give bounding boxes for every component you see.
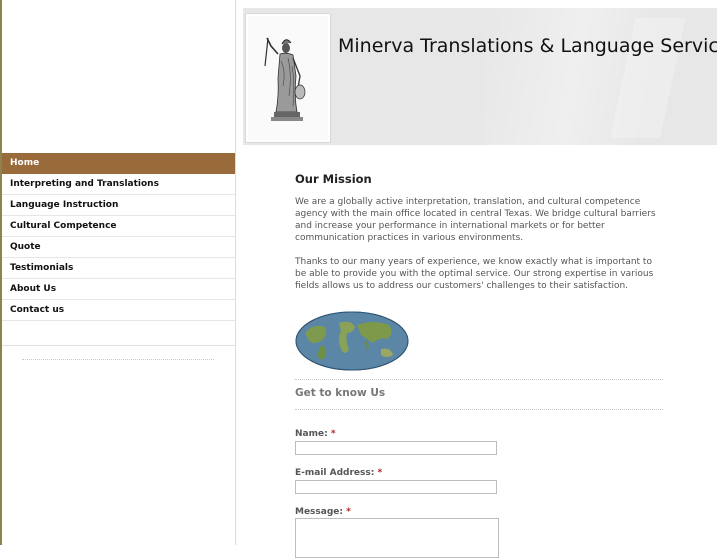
nav-item-about-us[interactable]: About Us bbox=[2, 279, 235, 300]
email-label: E-mail Address: * bbox=[295, 468, 382, 478]
section-title: Get to know Us bbox=[295, 387, 386, 399]
nav-item-interpreting[interactable]: Interpreting and Translations bbox=[2, 174, 235, 195]
nav-item-home[interactable]: Home bbox=[2, 153, 235, 174]
mission-paragraph-1: We are a globally active interpretation,… bbox=[295, 197, 656, 243]
nav-item-cultural-competence[interactable]: Cultural Competence bbox=[2, 216, 235, 237]
logo[interactable] bbox=[246, 14, 330, 142]
message-label-text: Message: bbox=[295, 507, 343, 517]
nav-item-language-instruction[interactable]: Language Instruction bbox=[2, 195, 235, 216]
page-title: Our Mission bbox=[295, 172, 372, 186]
nav-dotted-divider bbox=[22, 359, 214, 360]
section-divider-bottom bbox=[295, 409, 663, 410]
required-mark: * bbox=[377, 468, 383, 478]
nav-spacer bbox=[2, 321, 235, 346]
site-title: Minerva Translations & Language Servic bbox=[338, 35, 717, 57]
nav-item-contact-us[interactable]: Contact us bbox=[2, 300, 235, 321]
name-field[interactable] bbox=[295, 441, 497, 455]
section-divider-top bbox=[295, 379, 663, 380]
mission-paragraph-2: Thanks to our many years of experience, … bbox=[295, 257, 654, 291]
required-mark: * bbox=[330, 429, 336, 439]
name-label: Name: * bbox=[295, 429, 336, 439]
email-field[interactable] bbox=[295, 480, 497, 494]
sidebar: Home Interpreting and Translations Langu… bbox=[2, 0, 235, 545]
minerva-statue-icon bbox=[264, 37, 306, 121]
site-header: Minerva Translations & Language Servic bbox=[243, 8, 717, 145]
message-label: Message: * bbox=[295, 507, 351, 517]
world-map-globe-icon bbox=[295, 311, 409, 371]
required-mark: * bbox=[346, 507, 351, 517]
nav-item-quote[interactable]: Quote bbox=[2, 237, 235, 258]
email-label-text: E-mail Address: bbox=[295, 468, 375, 478]
nav-item-testimonials[interactable]: Testimonials bbox=[2, 258, 235, 279]
message-field[interactable] bbox=[295, 518, 499, 558]
sidebar-divider bbox=[235, 0, 236, 545]
name-label-text: Name: bbox=[295, 429, 328, 439]
main-content: Our Mission We are a globally active int… bbox=[295, 170, 665, 558]
main-nav: Home Interpreting and Translations Langu… bbox=[2, 153, 235, 360]
